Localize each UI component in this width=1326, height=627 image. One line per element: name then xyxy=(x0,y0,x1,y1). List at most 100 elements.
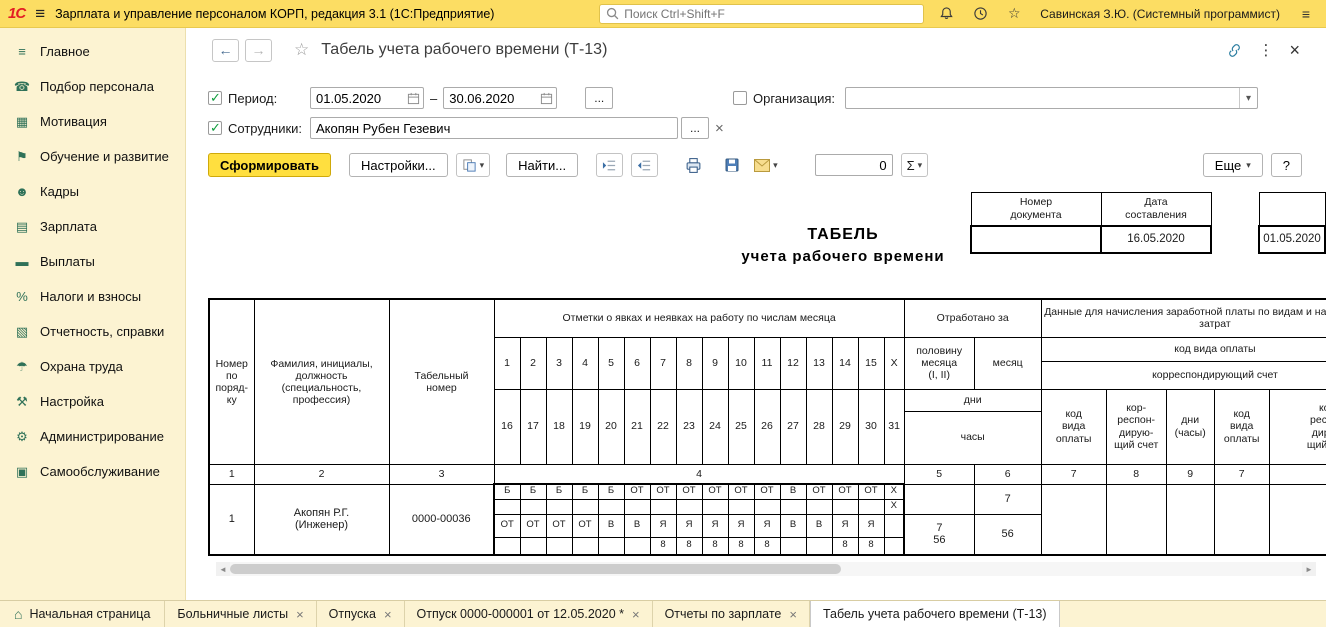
col-tabnum-header[interactable]: Табельный номер xyxy=(389,299,494,464)
employee-name-cell[interactable]: Акопян Р.Г. (Инженер) xyxy=(254,484,389,555)
day-hours-cell[interactable] xyxy=(546,537,572,555)
half-month-header[interactable]: половину месяца (I, II) xyxy=(904,337,974,389)
day-number-cell[interactable]: 28 xyxy=(806,389,832,464)
day-mark-cell[interactable] xyxy=(884,514,904,537)
day-number-cell[interactable]: 1 xyxy=(494,337,520,389)
day-hours-cell[interactable] xyxy=(494,537,520,555)
col-number[interactable]: 7 xyxy=(1041,464,1106,484)
row-number-cell[interactable]: 1 xyxy=(209,484,254,555)
period-to-field[interactable] xyxy=(443,87,557,109)
day-hours-cell[interactable] xyxy=(806,499,832,514)
period-to-input[interactable] xyxy=(444,91,540,106)
day-number-cell[interactable]: 12 xyxy=(780,337,806,389)
generate-button[interactable]: Сформировать xyxy=(208,153,331,177)
report-title[interactable]: ТАБЕЛЬ xyxy=(688,226,998,244)
day-mark-cell[interactable]: В xyxy=(806,514,832,537)
day-hours-cell[interactable]: 8 xyxy=(676,537,702,555)
day-hours-cell[interactable] xyxy=(832,499,858,514)
day-hours-cell[interactable] xyxy=(780,499,806,514)
day-hours-cell[interactable] xyxy=(858,499,884,514)
day-mark-cell[interactable]: Б xyxy=(572,484,598,499)
main-menu-icon[interactable]: ≡ xyxy=(35,5,45,22)
day-number-cell[interactable]: 3 xyxy=(546,337,572,389)
day-number-cell[interactable]: 5 xyxy=(598,337,624,389)
corr-account-band[interactable]: корреспондирующий счет xyxy=(1041,361,1326,389)
day-number-cell[interactable]: X xyxy=(884,337,904,389)
day-mark-cell[interactable]: ОТ xyxy=(832,484,858,499)
tab-close-icon[interactable]: × xyxy=(789,607,797,622)
day-hours-cell[interactable] xyxy=(728,499,754,514)
window-tab[interactable]: Отпуск 0000-000001 от 12.05.2020 * × xyxy=(405,601,653,627)
autosum-button[interactable]: Σ ▾ xyxy=(901,153,929,177)
day-hours-cell[interactable] xyxy=(650,499,676,514)
day-hours-cell[interactable]: 8 xyxy=(754,537,780,555)
help-button[interactable]: ? xyxy=(1271,153,1302,177)
favorites-star-icon[interactable]: ☆ xyxy=(1002,4,1026,24)
calendar-icon[interactable] xyxy=(407,92,423,105)
day-hours-cell[interactable] xyxy=(494,499,520,514)
window-tab-active[interactable]: Табель учета рабочего времени (Т-13) xyxy=(810,601,1060,627)
tab-number-cell[interactable]: 0000-00036 xyxy=(389,484,494,555)
day-mark-cell[interactable]: ОТ xyxy=(650,484,676,499)
day-number-cell[interactable]: 6 xyxy=(624,337,650,389)
day-hours-cell[interactable] xyxy=(572,537,598,555)
save-button[interactable] xyxy=(721,153,743,177)
history-clock-icon[interactable] xyxy=(968,4,992,24)
day-number-cell[interactable]: 21 xyxy=(624,389,650,464)
col-number[interactable]: 1 xyxy=(209,464,254,484)
day-mark-cell[interactable]: В xyxy=(780,484,806,499)
month-days-cell[interactable]: 7 xyxy=(974,484,1041,514)
day-number-cell[interactable]: 14 xyxy=(832,337,858,389)
day-mark-cell[interactable]: Я xyxy=(858,514,884,537)
sub-days-header[interactable]: дни (часы) xyxy=(1166,389,1214,464)
day-number-cell[interactable]: 30 xyxy=(858,389,884,464)
day-mark-cell[interactable]: ОТ xyxy=(676,484,702,499)
close-form-icon[interactable]: × xyxy=(1289,40,1300,61)
sidebar-item[interactable]: % Налоги и взносы xyxy=(0,279,185,314)
day-number-cell[interactable]: 22 xyxy=(650,389,676,464)
print-button[interactable] xyxy=(682,153,705,177)
attendance-header[interactable]: Отметки о явках и неявках на работу по ч… xyxy=(494,299,904,337)
day-mark-cell[interactable]: Я xyxy=(832,514,858,537)
day-hours-cell[interactable]: 8 xyxy=(858,537,884,555)
organization-checkbox[interactable] xyxy=(733,91,747,105)
day-number-cell[interactable]: 23 xyxy=(676,389,702,464)
day-mark-cell[interactable]: Б xyxy=(546,484,572,499)
day-hours-cell[interactable] xyxy=(572,499,598,514)
col-num-header[interactable]: Номер по поряд- ку xyxy=(209,299,254,464)
find-button[interactable]: Найти... xyxy=(506,153,578,177)
day-number-cell[interactable]: 15 xyxy=(858,337,884,389)
days-label[interactable]: дни xyxy=(904,389,1041,411)
more-actions-button[interactable]: Еще ▾ xyxy=(1203,153,1263,177)
tab-close-icon[interactable]: × xyxy=(632,607,640,622)
doc-date-value[interactable]: 16.05.2020 xyxy=(1101,226,1211,253)
pay-data-header[interactable]: Данные для начисления заработной платы п… xyxy=(1041,299,1326,337)
day-hours-cell[interactable] xyxy=(520,537,546,555)
sub-pay-code2-header[interactable]: код вида оплаты xyxy=(1214,389,1269,464)
scroll-left-icon[interactable]: ◄ xyxy=(216,562,230,576)
day-number-cell[interactable]: 26 xyxy=(754,389,780,464)
sidebar-item[interactable]: ≡ Главное xyxy=(0,34,185,69)
col-number[interactable]: 8 xyxy=(1106,464,1166,484)
employees-checkbox[interactable] xyxy=(208,121,222,135)
day-hours-cell[interactable] xyxy=(624,499,650,514)
day-hours-cell[interactable] xyxy=(598,537,624,555)
corr-account-value-cell[interactable] xyxy=(1106,484,1166,555)
day-number-cell[interactable]: 9 xyxy=(702,337,728,389)
day-number-cell[interactable]: 16 xyxy=(494,389,520,464)
day-hours-cell[interactable] xyxy=(884,537,904,555)
period-checkbox[interactable] xyxy=(208,91,222,105)
period-variants-button[interactable]: ... xyxy=(585,87,613,109)
collapse-groups-button[interactable] xyxy=(596,153,623,177)
sidebar-item[interactable]: ▤ Зарплата xyxy=(0,209,185,244)
day-number-cell[interactable]: 31 xyxy=(884,389,904,464)
home-tab[interactable]: ⌂ Начальная страница xyxy=(0,601,165,627)
sidebar-item[interactable]: ⚒ Настройка xyxy=(0,384,185,419)
day-mark-cell[interactable]: ОТ xyxy=(624,484,650,499)
sidebar-item[interactable]: ▦ Мотивация xyxy=(0,104,185,139)
day-number-cell[interactable]: 27 xyxy=(780,389,806,464)
half1-cell[interactable] xyxy=(904,484,974,514)
day-mark-cell[interactable]: ОТ xyxy=(494,514,520,537)
day-mark-cell[interactable]: ОТ xyxy=(728,484,754,499)
day-hours-cell[interactable]: 8 xyxy=(702,537,728,555)
